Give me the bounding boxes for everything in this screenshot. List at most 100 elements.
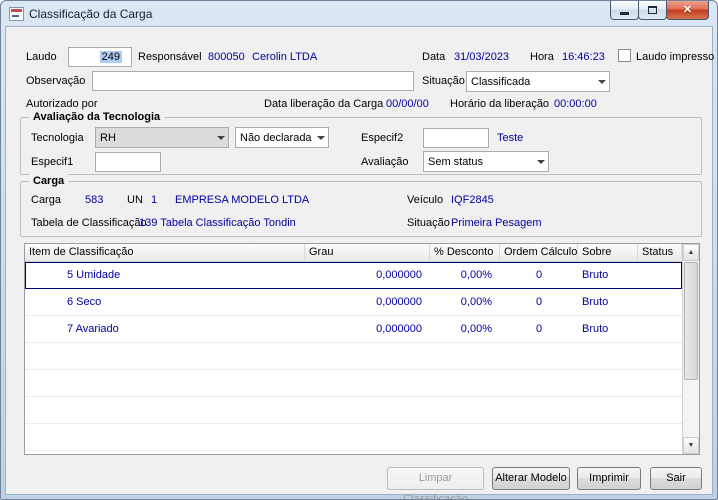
carga-label: Carga bbox=[31, 192, 61, 208]
cell-item: 7 Avariado bbox=[25, 316, 305, 342]
grid-row[interactable]: 6 Seco 0,000000 0,00% 0 Bruto bbox=[25, 289, 682, 316]
hora-value: 16:46:23 bbox=[562, 49, 605, 65]
window-title: Classificação da Carga bbox=[29, 7, 152, 21]
tecnologia-combobox[interactable]: RH bbox=[95, 127, 229, 148]
column-header-ordem[interactable]: Ordem Cálculo bbox=[500, 244, 578, 261]
laudo-input[interactable]: 249 bbox=[68, 47, 132, 67]
column-header-sobre[interactable]: Sobre bbox=[578, 244, 638, 261]
carga-groupbox: Carga Carga 583 UN 1 EMPRESA MODELO LTDA… bbox=[20, 181, 702, 237]
alterar-modelo-button[interactable]: Alterar Modelo bbox=[492, 467, 570, 490]
scroll-up-button[interactable]: ▲ bbox=[683, 244, 699, 261]
laudo-label: Laudo bbox=[26, 49, 57, 65]
avaliacao-selected-value: Sem status bbox=[424, 156, 533, 168]
classification-grid: Item de Classificação Grau % Desconto Or… bbox=[24, 243, 700, 455]
observacao-label: Observação bbox=[26, 73, 85, 89]
data-label: Data bbox=[422, 49, 445, 65]
avaliacao-label: Avaliação bbox=[361, 154, 409, 170]
limpar-classificacao-button[interactable]: Limpar Classificação bbox=[387, 467, 484, 490]
cell-grau: 0,000000 bbox=[305, 289, 430, 315]
client-area: Laudo 249 Responsável 800050 Cerolin LTD… bbox=[5, 26, 713, 495]
horario-liberacao-label: Horário da liberação bbox=[450, 96, 549, 112]
chevron-down-icon bbox=[533, 160, 548, 164]
especif2-label: Especif2 bbox=[361, 130, 403, 146]
close-icon: ✕ bbox=[683, 5, 692, 16]
vertical-scrollbar[interactable]: ▲ ▼ bbox=[682, 244, 699, 454]
sair-button[interactable]: Sair bbox=[650, 467, 702, 490]
especif2-input[interactable] bbox=[423, 128, 489, 148]
cell-item: 5 Umidade bbox=[25, 262, 305, 288]
grid-header: Item de Classificação Grau % Desconto Or… bbox=[25, 244, 682, 262]
carga-value: 583 bbox=[85, 192, 103, 208]
cell-ordem: 0 bbox=[500, 262, 578, 288]
titlebar[interactable]: Classificação da Carga ✕ bbox=[1, 1, 717, 26]
imprimir-button[interactable]: Imprimir bbox=[577, 467, 641, 490]
observacao-input[interactable] bbox=[92, 71, 414, 91]
dialog-window: Classificação da Carga ✕ Laudo 249 Respo… bbox=[0, 0, 718, 500]
avaliacao-combobox[interactable]: Sem status bbox=[423, 151, 549, 172]
grid-row-selected[interactable]: 5 Umidade 0,000000 0,00% 0 Bruto bbox=[25, 262, 682, 289]
un-label: UN bbox=[127, 192, 143, 208]
app-icon bbox=[9, 7, 24, 21]
grid-row-empty bbox=[25, 370, 682, 397]
grid-row-empty bbox=[25, 451, 682, 454]
data-liberacao-value: 00/00/00 bbox=[386, 96, 429, 112]
situacao-label: Situação bbox=[422, 73, 465, 89]
minimize-button[interactable] bbox=[610, 1, 639, 20]
especif1-input[interactable] bbox=[95, 152, 161, 172]
carga-group-title: Carga bbox=[29, 174, 68, 188]
cell-grau: 0,000000 bbox=[305, 262, 430, 288]
situacao-combobox[interactable]: Classificada bbox=[466, 71, 610, 92]
grid-row-empty bbox=[25, 343, 682, 370]
horario-liberacao-value: 00:00:00 bbox=[554, 96, 597, 112]
cell-ordem: 0 bbox=[500, 316, 578, 342]
column-header-status[interactable]: Status bbox=[638, 244, 682, 261]
cell-item: 6 Seco bbox=[25, 289, 305, 315]
column-header-item[interactable]: Item de Classificação bbox=[25, 244, 305, 261]
cell-status bbox=[638, 316, 682, 342]
cell-status bbox=[638, 262, 682, 288]
maximize-button[interactable] bbox=[638, 1, 667, 20]
maximize-icon bbox=[648, 6, 657, 14]
scroll-down-icon: ▼ bbox=[688, 442, 695, 449]
grid-row-empty bbox=[25, 424, 682, 451]
declaracao-combobox[interactable]: Não declarada bbox=[235, 127, 329, 148]
veiculo-label: Veículo bbox=[407, 192, 443, 208]
tecnologia-label: Tecnologia bbox=[31, 130, 84, 146]
hora-label: Hora bbox=[530, 49, 554, 65]
chevron-down-icon bbox=[313, 136, 328, 140]
laudo-impresso-checkbox[interactable] bbox=[618, 49, 631, 62]
chevron-down-icon bbox=[213, 136, 228, 140]
tabela-label: Tabela de Classificação bbox=[31, 215, 147, 231]
empresa-value: EMPRESA MODELO LTDA bbox=[175, 192, 309, 208]
grid-row-empty bbox=[25, 397, 682, 424]
un-value: 1 bbox=[151, 192, 157, 208]
grid-body: 5 Umidade 0,000000 0,00% 0 Bruto 6 Seco … bbox=[25, 262, 682, 454]
column-header-grau[interactable]: Grau bbox=[305, 244, 430, 261]
responsavel-code: 800050 bbox=[208, 49, 245, 65]
cell-sobre: Bruto bbox=[578, 262, 638, 288]
minimize-icon bbox=[620, 12, 629, 15]
grid-row[interactable]: 7 Avariado 0,000000 0,00% 0 Bruto bbox=[25, 316, 682, 343]
cell-desconto: 0,00% bbox=[430, 262, 500, 288]
cell-ordem: 0 bbox=[500, 289, 578, 315]
especif1-label: Especif1 bbox=[31, 154, 73, 170]
column-header-desconto[interactable]: % Desconto bbox=[430, 244, 500, 261]
scrollbar-thumb[interactable] bbox=[684, 262, 698, 380]
cell-sobre: Bruto bbox=[578, 316, 638, 342]
especif2-note: Teste bbox=[497, 130, 523, 146]
declaracao-selected-value: Não declarada bbox=[236, 132, 313, 144]
close-button[interactable]: ✕ bbox=[666, 1, 709, 20]
data-value: 31/03/2023 bbox=[454, 49, 509, 65]
carga-situacao-label: Situação bbox=[407, 215, 450, 231]
situacao-selected-value: Classificada bbox=[467, 76, 594, 88]
tecnologia-selected-value: RH bbox=[96, 132, 213, 144]
chevron-down-icon bbox=[594, 80, 609, 84]
caption-buttons: ✕ bbox=[611, 1, 709, 20]
cell-status bbox=[638, 289, 682, 315]
scroll-down-button[interactable]: ▼ bbox=[683, 437, 699, 454]
laudo-impresso-label: Laudo impresso bbox=[636, 49, 714, 65]
cell-grau: 0,000000 bbox=[305, 316, 430, 342]
tecnologia-group-title: Avaliação da Tecnologia bbox=[29, 110, 164, 124]
carga-situacao-value: Primeira Pesagem bbox=[451, 215, 541, 231]
cell-sobre: Bruto bbox=[578, 289, 638, 315]
